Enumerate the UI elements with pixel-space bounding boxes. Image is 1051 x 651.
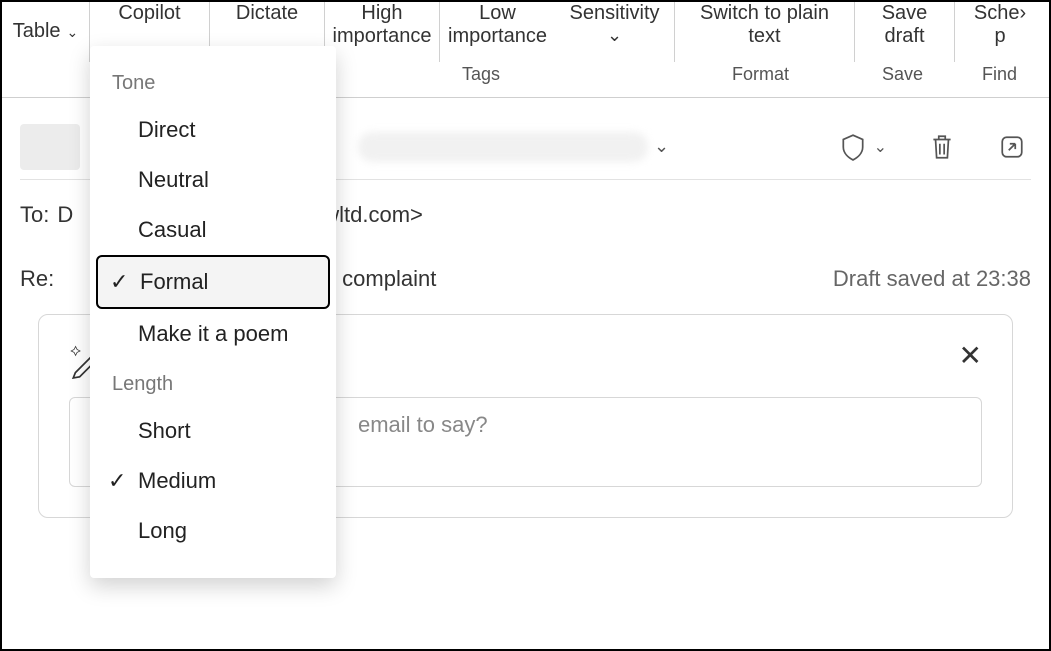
ribbon-low-importance-button[interactable]: Low importance (440, 2, 555, 62)
tone-option-poem[interactable]: Make it a poem (90, 309, 336, 359)
from-address-blurred (358, 132, 648, 162)
chevron-down-icon[interactable]: ⌄ (654, 136, 669, 157)
check-icon: ✓ (108, 468, 126, 494)
subject-prefix: Re: (20, 266, 54, 291)
ribbon-save-draft-button[interactable]: Save draft (855, 2, 955, 62)
chevron-down-icon: ⌄ (607, 25, 622, 46)
ribbon-group-save: Save (882, 64, 923, 85)
ribbon-high-importance-button[interactable]: High importance (325, 2, 440, 62)
length-option-short[interactable]: Short (90, 406, 336, 456)
from-account-button[interactable] (20, 124, 80, 170)
ribbon-switch-plain-text-button[interactable]: Switch to plain text (675, 2, 855, 62)
ribbon-group-tags: Tags (462, 64, 500, 85)
length-option-medium[interactable]: ✓ Medium (90, 456, 336, 506)
tone-option-direct[interactable]: Direct (90, 105, 336, 155)
trash-icon[interactable] (927, 132, 957, 162)
chevron-down-icon: ⌄ (67, 24, 79, 40)
shield-icon[interactable] (838, 132, 868, 162)
to-recipient-fragment[interactable]: D (57, 202, 73, 228)
tone-option-neutral[interactable]: Neutral (90, 155, 336, 205)
tone-length-dropdown: Tone Direct Neutral Casual ✓ Formal Make… (90, 46, 336, 578)
to-label: To: (20, 202, 49, 228)
to-domain-fragment: wltd.com> (323, 202, 423, 228)
ribbon-group-find: Find (982, 64, 1017, 85)
chevron-right-icon: › (1019, 2, 1026, 24)
check-icon: ✓ (110, 269, 128, 295)
ribbon-schedule-button[interactable]: Sche› p (955, 2, 1045, 62)
tone-option-casual[interactable]: Casual (90, 205, 336, 255)
ribbon-table-button[interactable]: Table⌄ (2, 2, 90, 62)
length-option-long[interactable]: Long (90, 506, 336, 556)
ribbon-group-format: Format (732, 64, 789, 85)
dropdown-header-length: Length (90, 365, 336, 406)
dropdown-header-tone: Tone (90, 64, 336, 105)
tone-option-formal[interactable]: ✓ Formal (96, 255, 330, 309)
copilot-prompt-placeholder-frag: email to say? (358, 412, 488, 437)
popout-icon[interactable] (997, 132, 1027, 162)
ribbon-sensitivity-button[interactable]: Sensitivity ⌄ (555, 2, 675, 62)
draft-saved-status: Draft saved at 23:38 (833, 266, 1031, 292)
close-icon[interactable]: ✕ (959, 339, 982, 372)
chevron-down-icon[interactable]: ⌄ (874, 137, 887, 157)
from-actions: ⌄ (838, 132, 1031, 162)
